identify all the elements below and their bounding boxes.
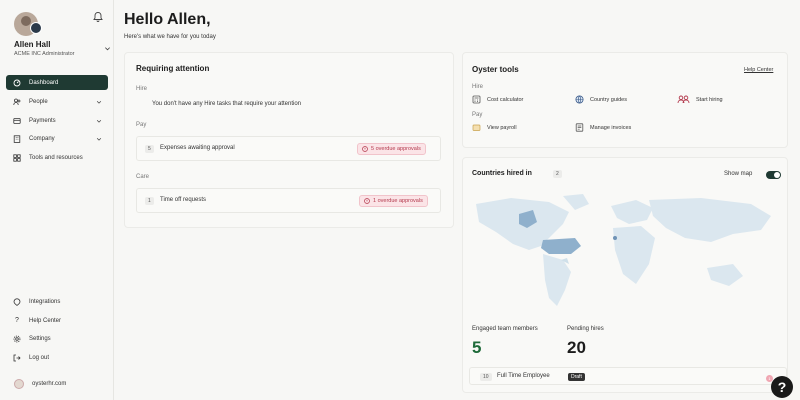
show-map-label: Show map xyxy=(724,171,753,177)
time-off-label: Time off requests xyxy=(160,197,207,203)
sidebar-item-company[interactable]: Company xyxy=(6,131,108,146)
world-map xyxy=(476,194,771,306)
sidebar-item-label: Settings xyxy=(29,335,51,342)
company-badge-icon xyxy=(30,22,42,34)
sidebar-item-help-center[interactable]: ? Help Center xyxy=(6,313,108,328)
building-icon xyxy=(13,134,21,143)
section-label-pay: Pay xyxy=(472,112,483,118)
hire-type: Full Time Employee xyxy=(497,373,550,379)
expenses-count: 5 xyxy=(145,145,154,153)
people-icon xyxy=(13,98,21,105)
globe-icon xyxy=(575,95,584,104)
org-domain[interactable]: oysterhr.com xyxy=(32,381,66,387)
hire-count: 10 xyxy=(480,373,492,381)
chevron-down-icon xyxy=(96,100,102,104)
pending-value: 20 xyxy=(567,338,586,357)
help-center-link[interactable]: Help Center xyxy=(744,67,773,73)
sidebar-item-dashboard[interactable]: Dashboard xyxy=(6,75,108,90)
help-button[interactable]: ? xyxy=(771,376,793,398)
tool-label: Country guides xyxy=(590,96,627,103)
tool-label: Manage invoices xyxy=(590,124,632,131)
expenses-row[interactable]: 5 Expenses awaiting approval 5 overdue a… xyxy=(136,136,441,161)
question-icon: ? xyxy=(15,316,19,324)
calculator-icon xyxy=(472,95,481,104)
map-highlight-usa xyxy=(541,238,581,254)
tool-label: View payroll xyxy=(487,124,517,131)
status-badge: Draft xyxy=(568,373,585,381)
chevron-down-icon[interactable] xyxy=(104,45,111,52)
sidebar-item-label: Payments xyxy=(29,117,56,124)
page-subtitle: Here's what we have for you today xyxy=(124,34,216,40)
sidebar-item-tools[interactable]: Tools and resources xyxy=(6,150,108,165)
section-label-pay: Pay xyxy=(136,122,147,128)
oyster-tools-card: Oyster tools Help Center Hire Cost calcu… xyxy=(462,52,788,148)
overdue-text: 1 overdue approvals xyxy=(373,198,423,204)
user-role: ACME INC Administrator xyxy=(14,51,75,57)
sidebar-item-label: Help Center xyxy=(29,317,62,324)
integrations-icon xyxy=(13,297,21,306)
sidebar-item-people[interactable]: People xyxy=(6,94,108,109)
tool-label: Start hiring xyxy=(696,96,723,103)
sidebar-item-payments[interactable]: Payments xyxy=(6,113,108,128)
pending-hire-row[interactable]: 10 Full Time Employee Draft xyxy=(469,367,787,385)
sidebar: Allen Hall ACME INC Administrator Dashbo… xyxy=(0,0,114,400)
bell-icon[interactable] xyxy=(92,11,104,23)
overdue-badge: 1 overdue approvals xyxy=(359,195,428,207)
sidebar-item-label: People xyxy=(29,98,48,105)
gear-icon xyxy=(13,335,21,342)
sidebar-item-integrations[interactable]: Integrations xyxy=(6,294,108,309)
sidebar-item-label: Log out xyxy=(29,354,50,361)
card-title: Requiring attention xyxy=(136,64,210,73)
pending-label: Pending hires xyxy=(567,326,604,332)
folder-icon xyxy=(472,124,481,131)
engaged-label: Engaged team members xyxy=(472,326,538,332)
card-title: Countries hired in xyxy=(472,170,532,177)
sidebar-item-settings[interactable]: Settings xyxy=(6,331,108,346)
countries-card: Countries hired in 2 Show map Engaged te… xyxy=(462,157,788,393)
section-label-hire: Hire xyxy=(136,86,148,92)
expenses-label: Expenses awaiting approval xyxy=(160,145,235,151)
invoice-icon xyxy=(575,123,584,132)
section-label-hire: Hire xyxy=(472,84,484,90)
dashboard-icon xyxy=(13,79,21,86)
alert-icon xyxy=(362,146,368,152)
time-off-row[interactable]: 1 Time off requests 1 overdue approvals xyxy=(136,188,441,213)
user-name[interactable]: Allen Hall xyxy=(14,40,50,49)
payments-icon xyxy=(13,117,21,124)
card-title: Oyster tools xyxy=(472,65,519,74)
country-guides-link[interactable]: Country guides xyxy=(575,95,627,104)
section-label-care: Care xyxy=(136,174,150,180)
sidebar-item-label: Integrations xyxy=(29,298,61,305)
page-title: Hello Allen, xyxy=(124,11,211,28)
cost-calculator-link[interactable]: Cost calculator xyxy=(472,95,523,104)
time-off-count: 1 xyxy=(145,197,154,205)
sidebar-item-label: Company xyxy=(29,135,55,142)
start-hiring-link[interactable]: Start hiring xyxy=(677,95,723,104)
logout-icon xyxy=(13,354,21,361)
countries-count-badge: 2 xyxy=(553,170,562,178)
chevron-down-icon xyxy=(96,137,102,141)
show-map-toggle[interactable] xyxy=(766,171,781,179)
requiring-attention-card: Requiring attention Hire You don't have … xyxy=(124,52,454,228)
sidebar-item-label: Tools and resources xyxy=(29,154,83,161)
tools-icon xyxy=(13,153,21,162)
sidebar-item-logout[interactable]: Log out xyxy=(6,350,108,365)
engaged-value: 5 xyxy=(472,338,482,357)
manage-invoices-link[interactable]: Manage invoices xyxy=(575,123,631,132)
view-payroll-link[interactable]: View payroll xyxy=(472,123,517,132)
people-icon xyxy=(677,95,690,104)
tool-label: Cost calculator xyxy=(487,96,524,103)
alert-icon xyxy=(364,198,370,204)
overdue-text: 5 overdue approvals xyxy=(371,146,421,152)
overdue-badge: 5 overdue approvals xyxy=(357,143,426,155)
hire-empty-message: You don't have any Hire tasks that requi… xyxy=(152,101,302,107)
org-logo xyxy=(14,379,24,389)
sidebar-item-label: Dashboard xyxy=(29,79,59,86)
map-highlight-point xyxy=(613,236,617,240)
chevron-down-icon xyxy=(96,119,102,123)
